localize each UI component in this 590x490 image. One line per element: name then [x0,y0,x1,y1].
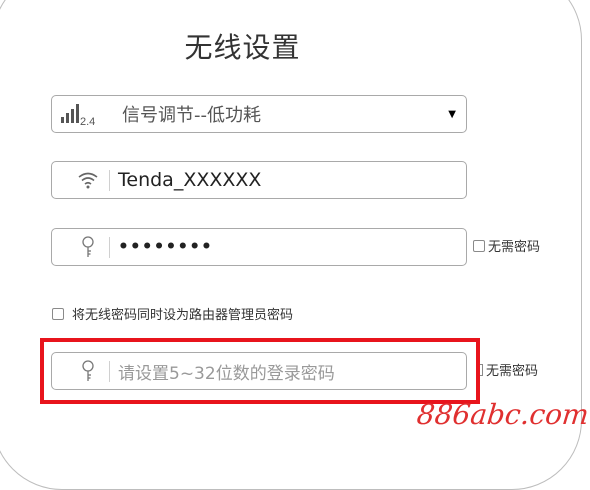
wifi-icon [70,162,106,198]
key-icon [70,229,106,265]
signal-strength-value: 信号调节--低功耗 [122,105,261,126]
field-separator [109,170,110,191]
ssid-value: Tenda_XXXXXX [118,169,262,191]
band-label: 2.4 [80,116,95,128]
watermark: 886abc.com [415,398,590,431]
wifi-password-field[interactable]: •••••••• [51,228,467,266]
sync-admin-password-label: 将无线密码同时设为路由器管理员密码 [72,308,294,323]
page-title: 无线设置 [184,31,301,64]
checkbox-box[interactable] [52,307,64,320]
admin-no-password-checkbox[interactable]: 无需密码 [479,360,538,379]
ssid-field[interactable]: Tenda_XXXXXX [51,161,467,199]
highlight-box [40,338,480,404]
field-separator [109,237,110,258]
wifi-no-password-label: 无需密码 [488,240,541,255]
checkbox-box[interactable] [473,239,485,252]
dropdown-arrow-icon: ▼ [448,108,456,120]
sync-admin-password-checkbox[interactable]: 将无线密码同时设为路由器管理员密码 [52,304,293,323]
signal-strength-select[interactable]: 2.4 信号调节--低功耗 ▼ [51,95,467,133]
wifi-password-value: •••••••• [118,237,213,257]
admin-no-password-label: 无需密码 [486,364,539,379]
wifi-no-password-checkbox[interactable]: 无需密码 [473,236,540,255]
signal-strength-icon: 2.4 [54,96,112,132]
